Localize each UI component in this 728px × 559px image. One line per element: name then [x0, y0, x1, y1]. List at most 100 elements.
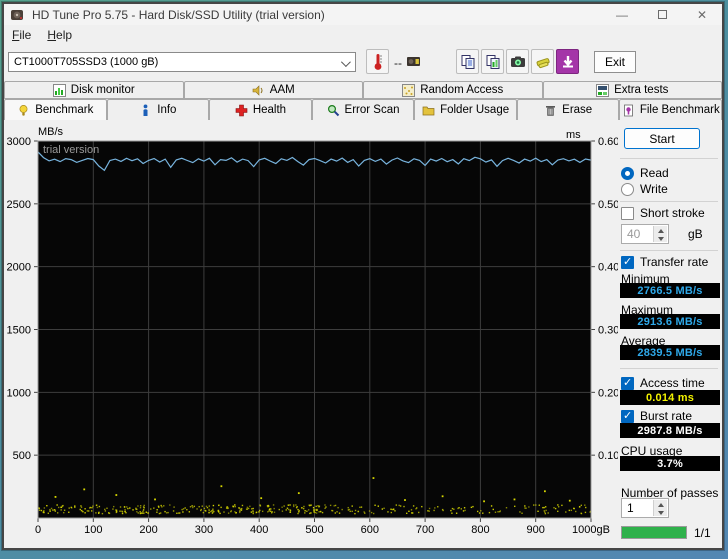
access-time-dot: [156, 511, 158, 513]
tab-file-benchmark[interactable]: File Benchmark: [619, 99, 723, 120]
access-time-dot: [101, 512, 104, 515]
access-time-dot: [460, 508, 463, 510]
short-stroke-checkbox[interactable]: Short stroke: [621, 206, 705, 220]
tab-strip-secondary: Disk monitor AAM Random Access Extra tes…: [4, 81, 722, 99]
access-time-dot: [165, 512, 168, 514]
access-time-dot: [184, 507, 186, 509]
access-time-dot: [578, 506, 581, 508]
close-button[interactable]: ✕: [682, 4, 722, 25]
access-time-dot: [450, 509, 452, 512]
access-time-dot: [104, 508, 106, 511]
tab-disk-monitor[interactable]: Disk monitor: [4, 81, 184, 99]
copy-image-button[interactable]: [481, 49, 504, 74]
access-time-outlier-dot: [513, 498, 516, 501]
short-stroke-stepper[interactable]: 40: [621, 224, 669, 244]
access-time-dot: [470, 506, 473, 509]
tab-erase[interactable]: Erase: [516, 99, 620, 120]
access-time-dot: [38, 509, 41, 511]
menu-help[interactable]: Help: [39, 26, 80, 44]
access-time-outlier-dot: [543, 490, 546, 493]
access-time-dot: [354, 509, 357, 512]
checkbox-checked-icon: [621, 255, 634, 269]
access-time-dot: [68, 507, 70, 509]
random-access-icon: [402, 83, 416, 97]
highlight-button[interactable]: [531, 49, 554, 74]
access-time-dot: [324, 507, 326, 510]
access-time-dot: [115, 511, 118, 514]
access-time-dot: [272, 504, 275, 506]
arrow-up-icon[interactable]: [653, 226, 667, 234]
tab-error-scan[interactable]: Error Scan: [311, 99, 415, 120]
access-time-dot: [415, 507, 418, 509]
access-time-checkbox[interactable]: Access time: [621, 376, 705, 390]
access-time-dot: [494, 511, 497, 513]
tab-benchmark[interactable]: Benchmark: [4, 99, 107, 120]
arrow-down-icon[interactable]: [653, 234, 667, 242]
exit-button[interactable]: Exit: [594, 51, 636, 73]
start-button[interactable]: Start: [624, 128, 700, 149]
access-time-dot: [278, 508, 280, 511]
access-time-dot: [60, 506, 63, 509]
y-right-tick-label: 0.30: [598, 325, 618, 337]
access-time-dot: [80, 506, 83, 508]
arrow-down-icon[interactable]: [653, 508, 667, 516]
copy-text-button[interactable]: [456, 49, 479, 74]
burst-rate-checkbox[interactable]: Burst rate: [621, 409, 692, 423]
access-time-dot: [357, 510, 359, 513]
access-time-dot: [169, 504, 171, 506]
access-time-dot: [227, 507, 229, 509]
screenshot-camera-icon: [510, 56, 525, 67]
access-time-dot: [49, 508, 51, 511]
window-title: HD Tune Pro 5.75 - Hard Disk/SSD Utility…: [32, 7, 325, 22]
access-time-dot: [433, 509, 435, 512]
access-time-dot: [95, 512, 97, 514]
tab-info[interactable]: Info: [106, 99, 210, 120]
access-time-dot: [173, 506, 175, 508]
drive-select[interactable]: CT1000T705SSD3 (1000 gB): [8, 52, 356, 72]
tab-health[interactable]: Health: [209, 99, 312, 120]
access-time-outlier-dot: [83, 488, 86, 491]
highlight-icon: [536, 57, 550, 68]
access-time-dot: [136, 511, 138, 513]
maximize-button[interactable]: [642, 4, 682, 25]
access-time-dot: [208, 509, 210, 512]
access-time-dot: [258, 511, 260, 513]
access-time-dot: [289, 509, 292, 512]
access-time-dot: [273, 507, 275, 510]
copy-image-icon: [486, 54, 499, 69]
access-time-dot: [427, 510, 429, 512]
access-time-dot: [230, 510, 233, 512]
tab-aam[interactable]: AAM: [183, 81, 363, 99]
access-time-dot: [160, 504, 162, 507]
tab-extra-tests[interactable]: Extra tests: [542, 81, 722, 99]
stepper-arrows[interactable]: [653, 500, 667, 516]
write-radio[interactable]: Write: [621, 182, 668, 196]
access-time-dot: [315, 505, 317, 508]
temperature-button[interactable]: [366, 49, 389, 74]
menu-file[interactable]: File: [4, 26, 39, 44]
passes-stepper[interactable]: 1: [621, 498, 669, 518]
access-time-dot: [60, 509, 62, 511]
transfer-rate-checkbox[interactable]: Transfer rate: [621, 255, 708, 269]
access-time-dot: [261, 510, 264, 513]
access-time-dot: [480, 510, 482, 512]
tab-random-access[interactable]: Random Access: [363, 81, 543, 99]
access-time-dot: [472, 505, 474, 508]
minimize-button[interactable]: —: [602, 4, 642, 25]
save-results-button[interactable]: [556, 49, 579, 74]
access-time-dot: [119, 510, 121, 512]
access-time-dot: [172, 510, 175, 512]
access-time-dot: [455, 512, 458, 514]
access-time-dot: [196, 508, 198, 510]
access-time-dot: [142, 509, 145, 511]
tab-folder-usage[interactable]: Folder Usage: [414, 99, 517, 120]
access-time-dot: [354, 512, 356, 515]
stepper-arrows[interactable]: [653, 226, 667, 242]
access-time-dot: [408, 510, 410, 512]
access-time-dot: [524, 507, 526, 509]
read-radio[interactable]: Read: [621, 166, 669, 180]
screenshot-button[interactable]: [506, 49, 529, 74]
arrow-up-icon[interactable]: [653, 500, 667, 508]
access-time-dot: [533, 504, 535, 506]
access-time-dot: [488, 511, 491, 514]
